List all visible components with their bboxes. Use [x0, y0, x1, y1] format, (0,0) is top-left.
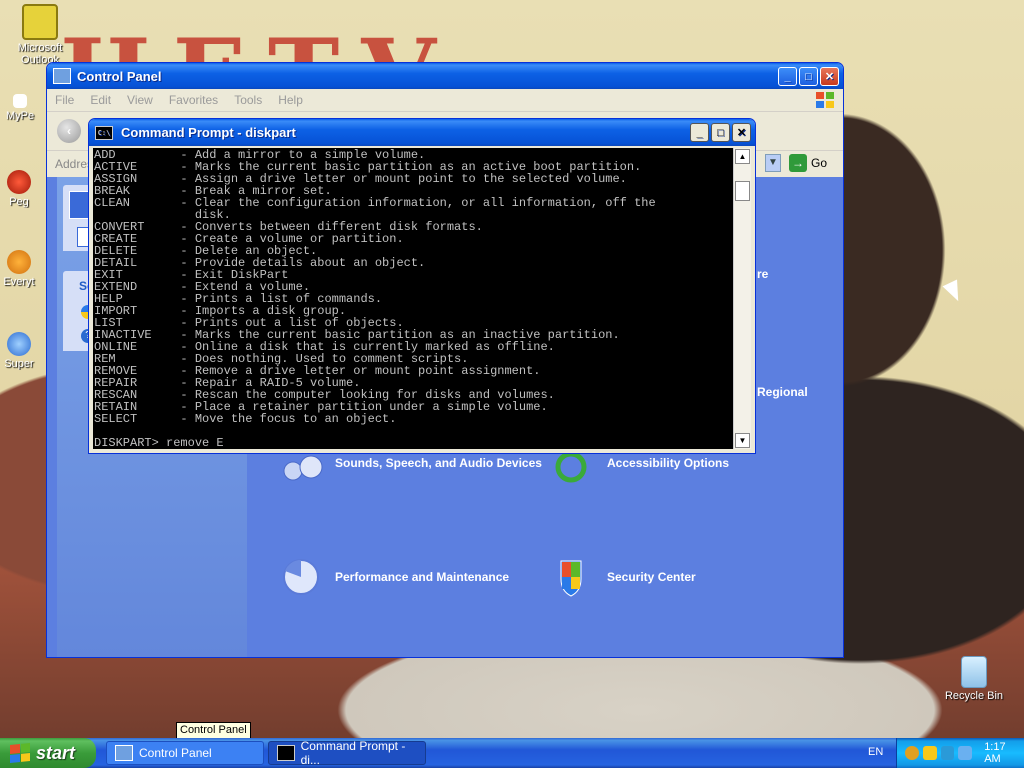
outlook-icon — [22, 4, 58, 40]
taskbar-item-control-panel[interactable]: Control Panel — [106, 741, 264, 765]
windows-flag-icon — [10, 742, 30, 764]
menu-file[interactable]: File — [55, 93, 74, 107]
security-alert-icon[interactable] — [922, 746, 937, 760]
command-prompt-titlebar[interactable]: C:\ Command Prompt - diskpart _ □ ✕ — [89, 119, 755, 146]
desktop-icon-recycle-bin[interactable]: Recycle Bin — [936, 656, 1012, 702]
category-fragment-regional[interactable]: Regional — [757, 385, 808, 399]
desktop-icon-label: MyPe — [5, 110, 35, 122]
category-label: Sounds, Speech, and Audio Devices — [335, 456, 542, 470]
category-security-center[interactable]: Security Center — [551, 557, 696, 597]
window-title: Command Prompt - diskpart — [121, 125, 296, 140]
category-performance[interactable]: Performance and Maintenance — [279, 557, 509, 597]
control-panel-icon — [53, 68, 71, 84]
taskbar-tooltip: Control Panel — [176, 722, 251, 739]
desktop-icon-label: Peg — [9, 196, 29, 208]
category-label: Performance and Maintenance — [335, 570, 510, 584]
close-button[interactable]: ✕ — [820, 66, 839, 86]
shortcut-icon — [7, 170, 31, 194]
window-title: Control Panel — [77, 68, 162, 84]
control-panel-titlebar[interactable]: Control Panel _ □ ✕ — [47, 63, 843, 89]
clock[interactable]: 1:17 AM — [984, 741, 1024, 765]
back-button[interactable]: ‹ — [57, 119, 81, 143]
go-label: Go — [811, 156, 828, 170]
console-output[interactable]: ADD - Add a mirror to a simple volume. A… — [93, 148, 733, 449]
cmd-icon: C:\ — [95, 125, 113, 140]
task-label: Command Prompt - di... — [300, 739, 406, 767]
shortcut-icon — [7, 332, 31, 356]
desktop-icon-peg[interactable]: Peg — [0, 170, 46, 208]
maximize-button[interactable]: □ — [799, 66, 818, 86]
desktop-icon-outlook[interactable]: Microsoft Outlook — [2, 4, 78, 66]
recycle-bin-icon — [961, 656, 987, 688]
scroll-thumb[interactable] — [735, 181, 750, 201]
desktop-icon-label: Recycle Bin — [944, 690, 1004, 702]
desktop-icon-label: Everyt — [3, 276, 35, 288]
menu-view[interactable]: View — [127, 93, 153, 107]
security-shield-icon — [560, 560, 582, 597]
category-label: Accessibility Options — [607, 456, 730, 470]
desktop-icon-everything[interactable]: Everyt — [0, 250, 46, 288]
menu-edit[interactable]: Edit — [90, 93, 111, 107]
scroll-down-button[interactable]: ▼ — [735, 433, 750, 448]
shortcut-icon — [7, 250, 31, 274]
shortcut-icon — [13, 94, 27, 108]
cmd-icon — [277, 745, 295, 761]
network-icon[interactable] — [940, 746, 955, 760]
close-button[interactable]: ✕ — [732, 123, 751, 142]
start-button[interactable]: start — [0, 738, 96, 768]
language-indicator[interactable]: EN — [868, 746, 883, 758]
go-arrow-icon: → — [789, 154, 807, 172]
taskbar-item-command-prompt[interactable]: Command Prompt - di... — [268, 739, 426, 767]
minimize-button[interactable]: _ — [690, 123, 709, 142]
system-tray: 1:17 AM — [896, 738, 1024, 768]
search-icon[interactable] — [905, 746, 919, 760]
category-fragment-re[interactable]: re — [757, 267, 768, 281]
desktop-icon-label: Super — [4, 358, 34, 370]
minimize-button[interactable]: _ — [778, 66, 797, 86]
task-label: Control Panel — [139, 746, 212, 760]
maximize-button[interactable]: □ — [711, 123, 730, 142]
menu-favorites[interactable]: Favorites — [169, 93, 218, 107]
control-panel-icon — [115, 745, 133, 761]
performance-icon — [283, 559, 319, 595]
console-scrollbar[interactable]: ▲ ▼ — [733, 148, 751, 449]
go-button[interactable]: → Go — [789, 154, 827, 172]
menu-tools[interactable]: Tools — [234, 93, 262, 107]
category-label: Security Center — [607, 570, 696, 584]
scroll-up-button[interactable]: ▲ — [735, 149, 750, 164]
desktop-icon-mype[interactable]: MyPe — [0, 94, 46, 122]
console-text: ADD - Add a mirror to a simple volume. A… — [94, 148, 656, 449]
menu-help[interactable]: Help — [278, 93, 303, 107]
menu-bar: File Edit View Favorites Tools Help — [47, 89, 843, 112]
address-dropdown-button[interactable]: ▼ — [765, 154, 781, 172]
taskbar: start Control Panel Command Prompt - di.… — [0, 738, 1024, 768]
command-prompt-window[interactable]: C:\ Command Prompt - diskpart _ □ ✕ ADD … — [88, 118, 756, 454]
windows-logo-icon — [815, 91, 835, 109]
start-label: start — [36, 742, 76, 763]
volume-icon[interactable] — [958, 746, 973, 760]
desktop-icon-super[interactable]: Super — [0, 332, 46, 370]
